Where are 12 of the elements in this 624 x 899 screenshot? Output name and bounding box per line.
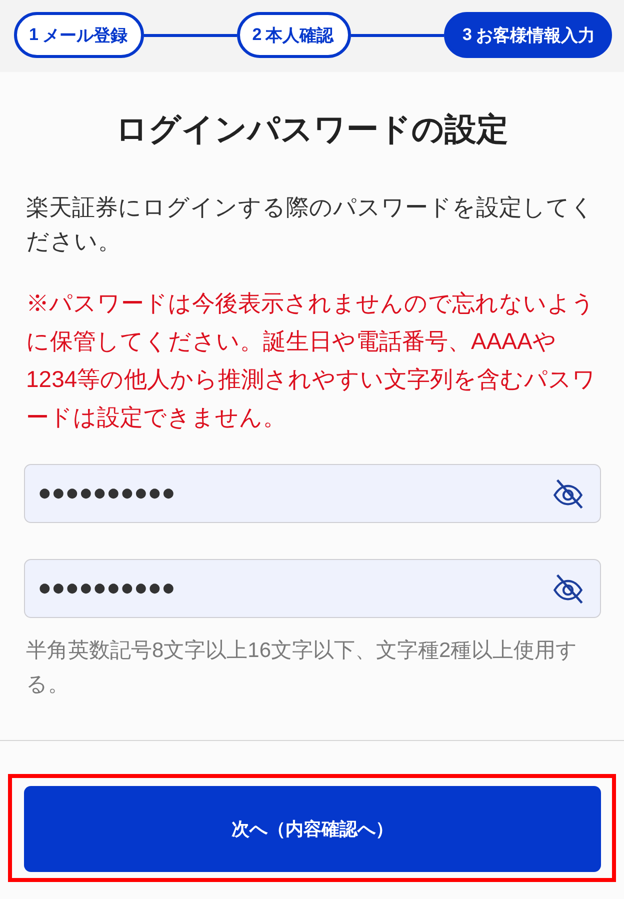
intro-text: 楽天証券にログインする際のパスワードを設定してください。 <box>26 193 595 256</box>
step-pill: 1 メール登録 <box>14 12 144 58</box>
warning-text: ※パスワードは今後表示されませんので忘れないように保管してください。誕生日や電話番号、AAAAや1234等の他人から推測されやすい文字列を含むパスワードは設定できません。 <box>26 289 598 432</box>
step-pill: 2 本人確認 <box>237 12 351 58</box>
eye-slash-icon[interactable] <box>552 572 584 604</box>
password-field[interactable]: ●●●●●●●●●● <box>24 464 601 523</box>
eye-slash-icon[interactable] <box>552 478 584 510</box>
password-field[interactable]: ●●●●●●●●●● <box>24 559 601 618</box>
next-button[interactable]: 次へ（内容確認へ） <box>24 786 601 872</box>
hint-text: 半角英数記号8文字以上16文字以下、文字種2種以上使用する。 <box>26 638 579 698</box>
step-pill: 3 お客様情報入力 <box>444 12 612 58</box>
page-title: ログインパスワードの設定 <box>114 110 510 149</box>
